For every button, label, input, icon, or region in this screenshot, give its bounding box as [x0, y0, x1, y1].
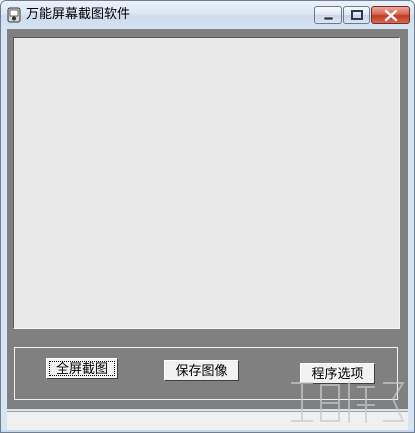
button-panel: 全屏截图 保存图像 程序选项 — [14, 347, 398, 400]
maximize-button[interactable] — [343, 6, 370, 24]
minimize-icon — [323, 16, 334, 21]
full-screen-capture-button[interactable]: 全屏截图 — [46, 358, 118, 379]
minimize-button[interactable] — [314, 6, 342, 24]
program-options-button[interactable]: 程序选项 — [300, 363, 375, 384]
close-button[interactable] — [371, 6, 410, 24]
app-window: 万能屏幕截图软件 全屏截图 保存图像 程序选项 — [0, 0, 415, 433]
screenshot-preview-area[interactable] — [13, 37, 400, 329]
save-image-button[interactable]: 保存图像 — [164, 360, 239, 381]
maximize-icon — [351, 10, 363, 20]
status-bar — [7, 411, 408, 430]
client-area: 全屏截图 保存图像 程序选项 — [7, 29, 408, 409]
window-title: 万能屏幕截图软件 — [26, 7, 131, 22]
close-icon — [384, 9, 398, 22]
camera-app-icon[interactable] — [6, 7, 22, 23]
title-bar[interactable]: 万能屏幕截图软件 — [1, 1, 414, 29]
